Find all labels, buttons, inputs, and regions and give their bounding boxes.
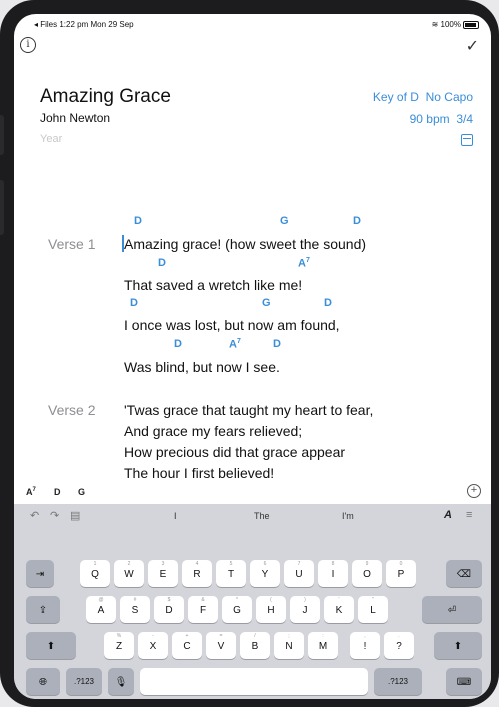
chord[interactable]: D: [158, 257, 166, 269]
delete-key[interactable]: ⌫: [446, 560, 482, 587]
done-check-icon[interactable]: ✓: [466, 36, 479, 56]
tab-key[interactable]: ⇥: [26, 560, 54, 587]
format-text-icon[interactable]: A: [444, 509, 452, 521]
key[interactable]: # S: [120, 596, 150, 623]
key-button[interactable]: Key of D: [373, 90, 419, 104]
hide-keyboard-icon[interactable]: ⌨: [446, 668, 482, 695]
status-bar: ◂ Files 1:22 pm Mon 29 Sep ≋ 100%: [34, 17, 479, 31]
numbers-key-right[interactable]: .?123: [374, 668, 422, 695]
key[interactable]: 6Y: [250, 560, 280, 587]
wifi-icon: ≋: [431, 20, 439, 29]
chord[interactable]: D: [353, 215, 361, 227]
key[interactable]: = V: [206, 632, 236, 659]
key[interactable]: @ A: [86, 596, 116, 623]
tempo-meter[interactable]: 90 bpm 3/4: [410, 112, 473, 126]
volume-down-button: [0, 180, 4, 235]
key[interactable]: * G: [222, 596, 252, 623]
keyboard: ↶ ↷ ▤ I The I'm A ≡ ⇥ 1Q 2W 3E 4R 5T 6Y …: [14, 504, 491, 699]
suggestion[interactable]: The: [254, 511, 270, 521]
key[interactable]: " L: [358, 596, 388, 623]
lyric-line[interactable]: And grace my fears relieved;: [124, 423, 302, 439]
year-field[interactable]: Year: [40, 133, 62, 145]
lyric-line[interactable]: How precious did that grace appear: [124, 444, 345, 460]
key[interactable]: 0P: [386, 560, 416, 587]
key[interactable]: 9O: [352, 560, 382, 587]
shift-left-key[interactable]: ⬆: [26, 632, 76, 659]
status-left: ◂ Files 1:22 pm Mon 29 Sep: [34, 20, 134, 29]
ipad-device: ◂ Files 1:22 pm Mon 29 Sep ≋ 100% i ✓ Am…: [0, 0, 499, 707]
key[interactable]: ) J: [290, 596, 320, 623]
undo-icon[interactable]: ↶: [30, 509, 39, 522]
key[interactable]: $ D: [154, 596, 184, 623]
volume-up-button: [0, 115, 4, 155]
suggestion-bar: ↶ ↷ ▤ I The I'm A ≡: [14, 504, 491, 528]
suggestion[interactable]: I'm: [342, 511, 354, 521]
chord[interactable]: G: [280, 215, 289, 227]
time-signature-button[interactable]: 3/4: [456, 112, 473, 126]
redo-icon[interactable]: ↷: [50, 509, 59, 522]
info-icon[interactable]: i: [20, 37, 36, 53]
align-icon[interactable]: ≡: [466, 509, 472, 521]
key[interactable]: ,!: [350, 632, 380, 659]
chord-shortcut-bar: A7 D G +: [14, 482, 491, 502]
lyric-line[interactable]: Was blind, but now I see.: [124, 359, 280, 375]
capo-button[interactable]: No Capo: [426, 90, 473, 104]
status-right: ≋ 100%: [432, 20, 479, 29]
chord-a7[interactable]: A7: [298, 257, 310, 270]
lyric-line[interactable]: The hour I first believed!: [124, 465, 274, 481]
key[interactable]: 1Q: [80, 560, 110, 587]
numbers-key-left[interactable]: .?123: [66, 668, 102, 695]
key[interactable]: 5T: [216, 560, 246, 587]
chord-chip[interactable]: G: [78, 487, 85, 497]
bpm-button[interactable]: 90 bpm: [410, 112, 450, 126]
key[interactable]: -X: [138, 632, 168, 659]
key[interactable]: / B: [240, 632, 270, 659]
key[interactable]: 4R: [182, 560, 212, 587]
chord[interactable]: G: [262, 297, 271, 309]
chord[interactable]: D: [134, 215, 142, 227]
app-screen: ◂ Files 1:22 pm Mon 29 Sep ≋ 100% i ✓ Am…: [14, 14, 491, 699]
key[interactable]: :M: [308, 632, 338, 659]
return-key[interactable]: ⏎: [422, 596, 482, 623]
key[interactable]: .?: [384, 632, 414, 659]
key[interactable]: (H: [256, 596, 286, 623]
caps-lock-key[interactable]: ⇪: [26, 596, 60, 623]
space-bar[interactable]: [140, 668, 368, 695]
key[interactable]: 2W: [114, 560, 144, 587]
key-capo[interactable]: Key of D No Capo: [373, 90, 473, 104]
paste-icon[interactable]: ▤: [70, 509, 80, 522]
chord[interactable]: D: [130, 297, 138, 309]
add-chord-icon[interactable]: +: [467, 484, 481, 498]
verse-label: Verse 1: [48, 236, 96, 252]
key[interactable]: & F: [188, 596, 218, 623]
calendar-icon[interactable]: [461, 134, 473, 146]
key[interactable]: 8I: [318, 560, 348, 587]
suggestion[interactable]: I: [174, 511, 177, 521]
lyric-line[interactable]: That saved a wretch like me!: [124, 277, 302, 293]
key[interactable]: + C: [172, 632, 202, 659]
chord-a7[interactable]: A7: [229, 338, 241, 351]
chord[interactable]: D: [324, 297, 332, 309]
lyric-line[interactable]: I once was lost, but now am found,: [124, 317, 340, 333]
lyric-line[interactable]: Amazing grace! (how sweet the sound): [124, 236, 366, 252]
battery-icon: [463, 20, 479, 29]
globe-icon[interactable]: 🌐︎: [26, 668, 60, 695]
key[interactable]: % Z: [104, 632, 134, 659]
key[interactable]: ; N: [274, 632, 304, 659]
shift-right-key[interactable]: ⬆: [434, 632, 482, 659]
key[interactable]: 3E: [148, 560, 178, 587]
chord[interactable]: D: [174, 338, 182, 350]
microphone-icon[interactable]: 🎙︎: [108, 668, 134, 695]
key[interactable]: 7U: [284, 560, 314, 587]
chord[interactable]: D: [273, 338, 281, 350]
song-title[interactable]: Amazing Grace: [40, 86, 171, 108]
chord-chip-a7[interactable]: A7: [26, 487, 36, 497]
verse-label: Verse 2: [48, 402, 96, 418]
chord-chip[interactable]: D: [54, 487, 61, 497]
key[interactable]: ' K: [324, 596, 354, 623]
lyric-line[interactable]: 'Twas grace that taught my heart to fear…: [124, 402, 373, 418]
song-author[interactable]: John Newton: [40, 111, 110, 125]
